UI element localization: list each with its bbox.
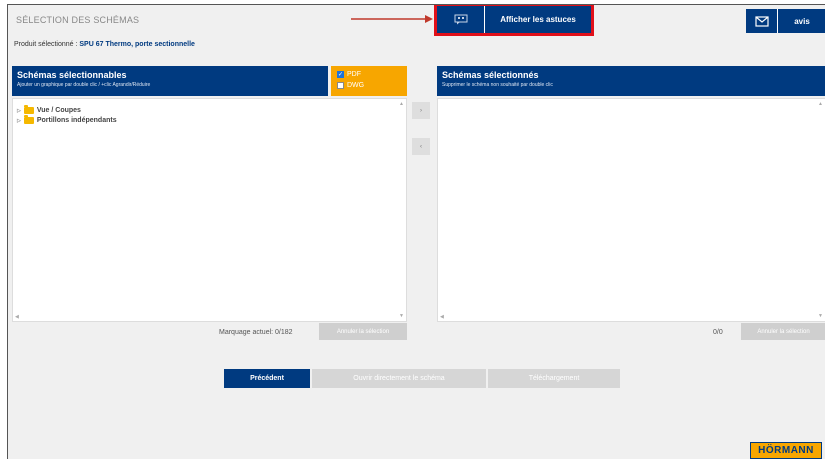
selectable-schemas-list[interactable]: ▷ Vue / Coupes ▷ Portillons indépendants…: [12, 98, 407, 322]
annotation-arrow-icon: [351, 15, 433, 23]
product-value: SPU 67 Thermo, porte sectionnelle: [79, 41, 195, 48]
expand-triangle-icon[interactable]: ▷: [17, 108, 21, 114]
app-frame: SÉLECTION DES SCHÉMAS Produit sélectionn…: [7, 4, 825, 459]
page-title: SÉLECTION DES SCHÉMAS: [16, 15, 140, 25]
selected-schemas-list[interactable]: ▲ ▼ ◀: [437, 98, 825, 322]
scroll-left-arrow-icon[interactable]: ◀: [15, 314, 19, 320]
pdf-label: PDF: [347, 71, 361, 78]
scroll-left-arrow-icon[interactable]: ◀: [440, 314, 444, 320]
selected-schemas-title: Schémas sélectionnés: [442, 70, 539, 80]
tree-item-label: Portillons indépendants: [36, 117, 117, 124]
cancel-selection-left-button[interactable]: Annuler la sélection: [319, 323, 407, 340]
scroll-down-arrow-icon[interactable]: ▼: [399, 313, 404, 319]
product-line: Produit sélectionné : SPU 67 Thermo, por…: [14, 41, 195, 48]
envelope-icon: [754, 15, 769, 27]
tree-item-vue-coupes[interactable]: ▷ Vue / Coupes: [17, 105, 81, 114]
avis-button[interactable]: avis: [778, 9, 825, 33]
format-selector: ✓ PDF DWG: [331, 66, 407, 96]
mail-button[interactable]: [746, 9, 778, 33]
chat-bubble-icon: [454, 14, 467, 25]
folder-icon: [23, 105, 34, 114]
scroll-down-arrow-icon[interactable]: ▼: [818, 313, 823, 319]
selectable-schemas-title: Schémas sélectionnables: [17, 70, 127, 80]
top-right-actions: avis: [746, 9, 825, 33]
pdf-checkbox[interactable]: ✓: [337, 71, 344, 78]
tree-item-portillons[interactable]: ▷ Portillons indépendants: [17, 115, 117, 124]
selected-schemas-header: Schémas sélectionnés Supprimer le schéma…: [437, 66, 825, 96]
dwg-checkbox[interactable]: [337, 82, 344, 89]
scroll-up-arrow-icon[interactable]: ▲: [818, 101, 823, 107]
format-option-dwg[interactable]: DWG: [337, 80, 401, 91]
dwg-label: DWG: [347, 82, 365, 89]
previous-button[interactable]: Précédent: [224, 369, 310, 388]
selectable-counter: Marquage actuel: 0/182: [219, 329, 293, 336]
folder-icon: [23, 115, 34, 124]
format-option-pdf[interactable]: ✓ PDF: [337, 69, 401, 80]
cancel-selection-right-button[interactable]: Annuler la sélection: [741, 323, 825, 340]
product-label: Produit sélectionné :: [14, 41, 78, 48]
tips-icon-cell: [437, 6, 485, 33]
download-button[interactable]: Téléchargement: [488, 369, 620, 388]
tips-button[interactable]: Afficher les astuces: [437, 6, 591, 33]
add-to-selection-button[interactable]: ›: [412, 102, 430, 119]
scroll-up-arrow-icon[interactable]: ▲: [399, 101, 404, 107]
tree-item-label: Vue / Coupes: [36, 107, 81, 114]
selected-schemas-hint: Supprimer le schéma non souhaité par dou…: [442, 82, 553, 88]
selectable-schemas-header: Schémas sélectionnables Ajouter un graph…: [12, 66, 328, 96]
tips-label: Afficher les astuces: [500, 15, 576, 24]
open-schema-button[interactable]: Ouvrir directement le schéma: [312, 369, 486, 388]
remove-from-selection-button[interactable]: ‹: [412, 138, 430, 155]
hormann-logo: HÖRMANN: [750, 442, 822, 459]
expand-triangle-icon[interactable]: ▷: [17, 118, 21, 124]
selected-counter: 0/0: [713, 329, 723, 336]
selectable-schemas-hint: Ajouter un graphique par double clic / +…: [17, 82, 151, 88]
